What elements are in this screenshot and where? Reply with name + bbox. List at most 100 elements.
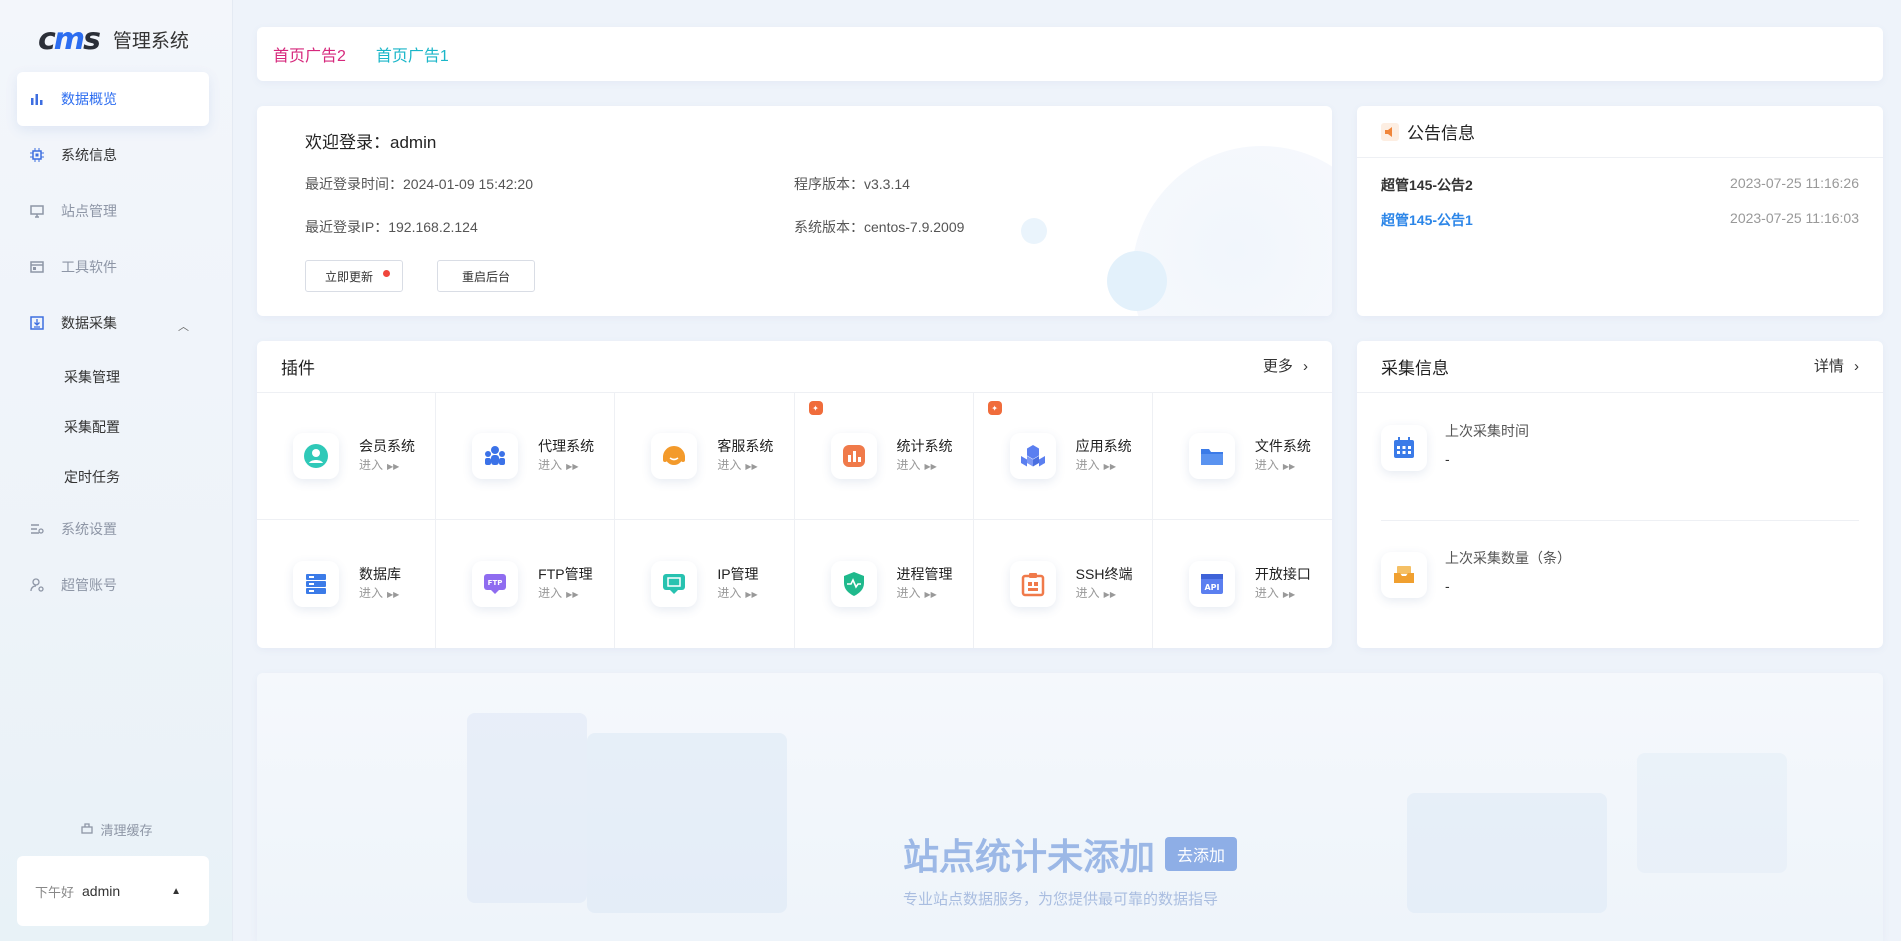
sidebar-subitem-collect-manage[interactable]: 采集管理 [17,352,209,402]
plugin-ssh-terminal[interactable]: SSH终端 进入 ▶▶ [974,520,1153,648]
plugin-enter-label: 进入 [896,458,921,472]
collect-header: 采集信息 [1357,341,1883,393]
window-icon [29,259,45,275]
detail-link[interactable]: 详情 › [1814,355,1859,376]
username: admin [82,883,121,899]
sidebar-item-super-admin[interactable]: 超管账号 [17,558,209,612]
chevron-right-icon: › [1303,358,1308,375]
headset-icon [651,433,698,479]
last-collect-time-label: 上次采集时间 [1445,423,1529,439]
clear-cache-label: 清理缓存 [100,823,153,838]
restart-backend-button[interactable]: 重启后台 [437,260,535,292]
sidebar-item-label: 系统信息 [61,147,117,163]
plugin-enter: 进入 ▶▶ [1076,584,1133,604]
plugin-ip-management[interactable]: IP管理 进入 ▶▶ [615,520,795,648]
api-icon: API [1188,561,1235,607]
sidebar-item-label: 工具软件 [61,259,117,275]
ip-icon [651,561,698,607]
update-now-button[interactable]: 立即更新 [305,260,403,292]
folder-icon [1188,433,1235,479]
plugin-database[interactable]: 数据库 进入 ▶▶ [257,520,437,648]
sidebar-item-site-management[interactable]: 站点管理 [17,184,209,238]
group-icon [472,433,519,479]
background-illustration [467,713,587,903]
database-icon [293,561,339,607]
user-menu[interactable]: 下午好 admin ▲ [17,856,209,926]
last-collect-count-value: - [1445,578,1450,594]
plugin-name: 客服系统 [717,438,774,454]
restart-backend-label: 重启后台 [461,269,510,284]
caret-up-icon: ▲ [171,886,181,897]
shield-pulse-icon [830,561,877,607]
sidebar-item-tools[interactable]: 工具软件 [17,240,209,294]
chevron-right-icon: › [1854,358,1859,375]
plugin-name: SSH终端 [1075,566,1133,582]
decorative-bubble [1107,251,1167,311]
double-triangle-icon: ▶▶ [745,462,758,471]
welcome-title: 欢迎登录：admin [305,133,437,152]
sidebar: cms 管理系统 数据概览 系统信息 站点管理 工具软件 数据采集 ︿ 采集管理… [0,0,233,941]
settings-list-icon [29,521,45,537]
last-collect-time-value: - [1445,451,1450,467]
plugin-customer-service[interactable]: 客服系统 进入 ▶▶ [615,393,795,520]
sidebar-item-label: 超管账号 [61,577,117,593]
double-triangle-icon: ▶▶ [1282,462,1296,471]
update-dot-indicator [383,270,390,277]
notice-header: 公告信息 [1357,106,1883,158]
ad-link-2[interactable]: 首页广告1 [376,42,449,66]
double-triangle-icon: ▶▶ [566,462,579,471]
plugin-process-management[interactable]: 进程管理 进入 ▶▶ [795,520,974,648]
plugin-enter: 进入 ▶▶ [897,456,953,476]
pro-badge-icon: ✦ [808,401,823,415]
plugin-name: 应用系统 [1075,438,1132,454]
sidebar-subitem-collect-config[interactable]: 采集配置 [17,402,209,452]
svg-text:API: API [1204,583,1219,592]
plugins-header: 插件 [257,341,1332,393]
inbox-icon [1381,552,1427,598]
plugin-name: 开放接口 [1254,566,1311,582]
double-triangle-icon: ▶▶ [924,590,937,599]
clear-cache-button[interactable]: 清理缓存 [0,820,233,839]
plugin-enter: 进入 ▶▶ [717,584,758,604]
ad-link-1[interactable]: 首页广告2 [273,42,346,66]
plugin-enter: 进入 ▶▶ [897,584,953,604]
sidebar-item-system-info[interactable]: 系统信息 [17,128,209,182]
stats-icon [830,433,877,479]
svg-text:FTP: FTP [488,579,503,587]
sidebar-item-system-settings[interactable]: 系统设置 [17,502,209,556]
sidebar-item-data-collect[interactable]: 数据采集 ︿ [17,296,209,350]
plugin-agent-system[interactable]: 代理系统 进入 ▶▶ [436,393,616,520]
plugin-application-system[interactable]: ✦ 应用系统 进入 ▶▶ [973,393,1153,520]
plugin-stats-system[interactable]: ✦ 统计系统 进入 ▶▶ [794,393,974,520]
logo-text: 管理系统 [112,30,189,52]
monitor-icon [29,203,45,219]
more-label: 更多 [1262,358,1293,375]
plugin-file-system[interactable]: 文件系统 进入 ▶▶ [1152,393,1332,520]
empty-state-title-text: 站点统计未添加 [903,836,1156,877]
chevron-up-icon: ︿ [178,321,189,333]
plugin-enter: 进入 ▶▶ [538,456,594,476]
plugin-member-system[interactable]: 会员系统 进入 ▶▶ [257,393,437,520]
sidebar-subitem-scheduled-tasks[interactable]: 定时任务 [17,452,209,502]
notice-card: 公告信息 超管145-公告2 2023-07-25 11:16:26 超管145… [1357,106,1883,316]
more-link[interactable]: 更多 › [1263,355,1308,376]
add-site-stats-button[interactable]: 去添加 [1165,837,1238,871]
plugin-enter-label: 进入 [538,586,563,600]
plugin-open-api[interactable]: API 开放接口 进入 ▶▶ [1153,520,1332,648]
collect-card: 采集信息 详情 › 上次采集时间 - 上次采集数量（条） - [1357,341,1883,648]
chip-icon [29,147,45,163]
notice-item-date: 2023-07-25 11:16:26 [1730,175,1859,191]
plugin-name: FTP管理 [538,566,593,582]
download-box-icon [29,315,45,331]
notice-item[interactable]: 超管145-公告2 2023-07-25 11:16:26 [1381,175,1859,195]
plugin-ftp-management[interactable]: FTP FTP管理 进入 ▶▶ [436,520,616,648]
double-triangle-icon: ▶▶ [387,590,400,599]
sidebar-item-data-overview[interactable]: 数据概览 [17,72,209,126]
plugin-enter-label: 进入 [896,586,921,600]
notice-item[interactable]: 超管145-公告1 2023-07-25 11:16:03 [1381,210,1859,230]
notice-item-date: 2023-07-25 11:16:03 [1730,210,1859,226]
double-triangle-icon: ▶▶ [1103,590,1116,599]
plugin-enter-label: 进入 [1254,458,1279,472]
user-gear-icon [29,577,45,593]
last-collect-time: 上次采集时间 - [1381,421,1859,471]
